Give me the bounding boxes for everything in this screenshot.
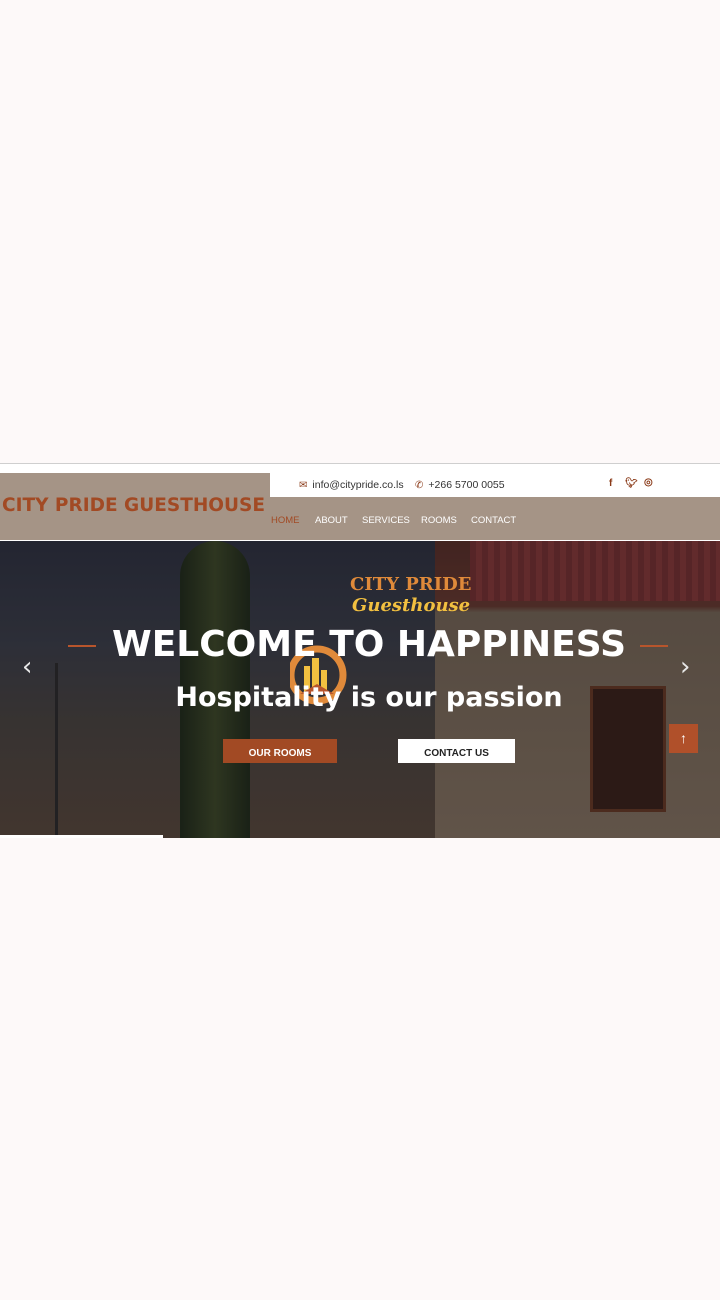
main-nav: HOME ABOUT SERVICES ROOMS CONTACT (270, 497, 720, 540)
instagram-icon[interactable]: ◎ (644, 477, 653, 488)
prev-slide-icon[interactable]: ‹ (22, 652, 32, 682)
phone-text: +266 5700 0055 (428, 479, 505, 491)
logo-line-2: Guesthouse (352, 595, 471, 616)
nav-home[interactable]: HOME (271, 515, 300, 526)
website-screenshot: CITY PRIDE GUESTHOUSE ✉ info@citypride.co… (0, 463, 720, 838)
our-rooms-button[interactable]: OUR ROOMS (223, 739, 337, 763)
site-logo-text[interactable]: CITY PRIDE GUESTHOUSE (2, 495, 265, 516)
phone-contact[interactable]: ✆ +266 5700 0055 (415, 479, 505, 491)
envelope-icon: ✉ (299, 480, 308, 491)
email-contact[interactable]: ✉ info@citypride.co.ls (299, 479, 404, 491)
twitter-icon[interactable]: 🐦︎ (625, 478, 638, 489)
phone-icon: ✆ (415, 480, 424, 491)
nav-rooms[interactable]: ROOMS (421, 515, 457, 526)
facebook-icon[interactable]: f (609, 478, 612, 489)
hero-headline: WELCOME TO HAPPINESS (111, 624, 627, 665)
slide-progress (0, 835, 163, 838)
contact-us-button[interactable]: CONTACT US (398, 739, 515, 763)
nav-about[interactable]: ABOUT (315, 515, 348, 526)
logo-line-1: CITY PRIDE (350, 574, 472, 595)
top-strip (0, 464, 720, 473)
nav-contact[interactable]: CONTACT (471, 515, 516, 526)
next-slide-icon[interactable]: › (680, 652, 690, 682)
email-text: info@citypride.co.ls (312, 479, 404, 491)
brand-panel: CITY PRIDE GUESTHOUSE (0, 473, 270, 540)
hero-slider: CITY PRIDE Guesthouse WELCOME TO HAPPINE… (0, 541, 720, 838)
hero-subheadline: Hospitality is our passion (175, 682, 563, 713)
back-to-top-icon[interactable]: ↑ (669, 724, 698, 753)
contact-bar: ✉ info@citypride.co.ls ✆ +266 5700 0055 f … (270, 473, 720, 497)
nav-services[interactable]: SERVICES (362, 515, 410, 526)
